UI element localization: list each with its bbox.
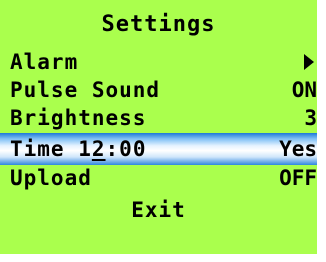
menu-item-value: Yes [279,137,317,161]
menu-item-value: 3 [304,106,317,130]
time-hour-first-digit: 1 [78,137,92,161]
page-title: Settings [101,12,216,37]
menu-item-pulse-sound[interactable]: Pulse Sound ON [0,76,317,104]
exit-button[interactable]: Exit [0,196,317,224]
menu-item-label: Upload [10,166,92,190]
time-prefix: Time [10,137,79,161]
menu-item-value: ON [291,78,317,102]
menu-item-label: Time 12:00 [10,133,146,165]
menu-item-upload[interactable]: Upload OFF [0,164,317,192]
time-cursor-digit[interactable]: 2 [92,137,106,161]
menu-item-brightness[interactable]: Brightness 3 [0,104,317,132]
menu-item-label: Alarm [10,50,79,74]
menu-item-time[interactable]: Time 12:00 Yes [0,133,317,165]
menu-item-alarm[interactable]: Alarm [0,48,317,76]
right-arrow-icon [304,54,314,70]
time-rest: :00 [105,137,147,161]
device-screen: Settings Alarm Pulse Sound ON Brightness… [0,0,317,254]
menu-item-label: Brightness [10,106,147,130]
menu-item-value: OFF [279,166,317,190]
menu-item-label: Pulse Sound [10,78,161,102]
